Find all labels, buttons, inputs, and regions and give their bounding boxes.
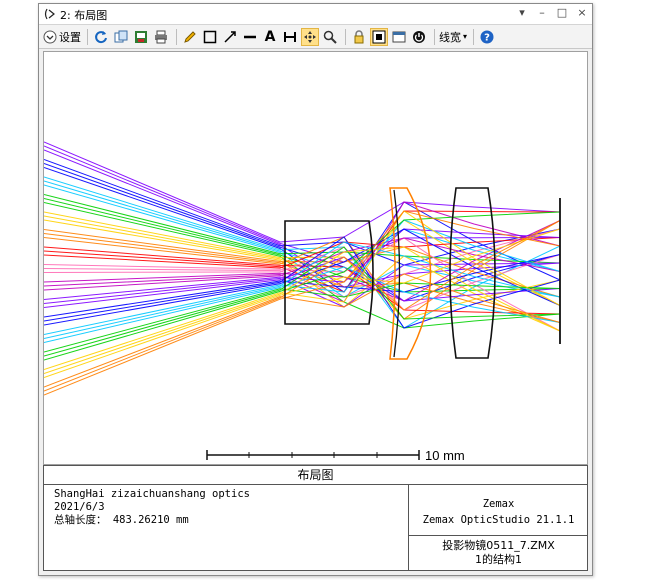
lock-button[interactable] — [350, 28, 368, 46]
svg-text:?: ? — [484, 32, 490, 43]
power-button[interactable] — [410, 28, 428, 46]
chevron-circle-icon — [43, 30, 57, 43]
layout-window: 2: 布局图 ▾ – □ × 设置 A 线宽 ▾ ? 10 mm 布局图 Sha… — [38, 3, 593, 576]
pencil-icon — [184, 30, 196, 43]
footer-title: 布局图 — [44, 466, 587, 485]
layout-plot-area[interactable]: 10 mm — [43, 51, 588, 465]
toolbar-divider — [87, 28, 88, 45]
scale-label: 10 mm — [425, 448, 465, 463]
fit-view-button[interactable] — [370, 27, 388, 46]
title-bar[interactable]: 2: 布局图 ▾ – □ × — [39, 4, 592, 25]
arrow-icon — [224, 30, 236, 43]
ray-trace — [44, 228, 561, 378]
total-length: 总轴长度： 483.26210 mm — [54, 514, 189, 526]
dimension-tool[interactable] — [281, 28, 299, 46]
company-name: ShangHai zizaichuanshang optics — [54, 488, 250, 500]
arrow-tool[interactable] — [221, 28, 239, 46]
move-arrows-icon — [304, 30, 316, 43]
line-tool[interactable] — [241, 28, 259, 46]
magnifier-icon — [323, 30, 337, 44]
text-tool[interactable]: A — [261, 28, 279, 46]
file-name: 投影物镜0511_7.ZMX — [442, 539, 555, 552]
window-stack-icon — [392, 31, 406, 42]
power-icon — [413, 30, 425, 43]
toolbar: 设置 A 线宽 ▾ ? — [39, 25, 592, 49]
pencil-tool[interactable] — [181, 28, 199, 46]
save-image-icon — [135, 30, 147, 43]
configuration: 1的结构1 — [475, 553, 522, 566]
refresh-icon — [95, 30, 107, 43]
fit-frame-icon — [372, 30, 386, 43]
file-box: 投影物镜0511_7.ZMX 1的结构1 — [409, 536, 588, 573]
footer-info-left: ShangHai zizaichuanshang optics 2021/6/3… — [54, 488, 250, 527]
software-box: Zemax Zemax OpticStudio 21.1.1 — [409, 484, 588, 536]
footer-info-right: Zemax Zemax OpticStudio 21.1.1 投影物镜0511_… — [408, 484, 588, 570]
line-icon — [244, 35, 256, 38]
ray-trace — [44, 219, 561, 335]
save-button[interactable] — [132, 28, 150, 46]
software-version: Zemax OpticStudio 21.1.1 — [422, 514, 575, 526]
linewidth-dropdown[interactable]: 线宽 ▾ — [439, 28, 467, 46]
scale-bar: 10 mm — [206, 448, 465, 463]
printer-icon — [155, 30, 167, 43]
refresh-button[interactable] — [92, 28, 110, 46]
settings-label: 设置 — [59, 30, 81, 44]
window-title: 2: 布局图 — [60, 9, 108, 22]
copy-button[interactable] — [112, 28, 130, 46]
info-footer: 布局图 ShangHai zizaichuanshang optics 2021… — [43, 465, 588, 571]
help-icon: ? — [480, 30, 494, 43]
help-button[interactable]: ? — [478, 28, 496, 46]
settings-button[interactable]: 设置 — [43, 28, 81, 46]
zoom-tool[interactable] — [321, 28, 339, 46]
toolbar-divider — [473, 28, 475, 45]
window-icon — [44, 8, 55, 20]
lock-icon — [354, 29, 364, 43]
minimize-button[interactable]: – — [536, 6, 548, 19]
toolbar-divider — [434, 28, 435, 45]
vendor-name: Zemax — [482, 498, 515, 510]
ray-trace — [44, 273, 561, 388]
toolbar-divider — [345, 28, 346, 45]
linewidth-label: 线宽 — [439, 30, 461, 44]
maximize-button[interactable]: □ — [556, 6, 568, 19]
close-button[interactable]: × — [576, 6, 588, 19]
ray-bundle — [44, 141, 561, 396]
toolbar-divider — [176, 28, 177, 45]
print-button[interactable] — [152, 28, 170, 46]
date-text: 2021/6/3 — [54, 501, 105, 513]
rectangle-tool[interactable] — [201, 28, 219, 46]
dropdown-icon[interactable]: ▾ — [516, 6, 528, 19]
window-layout-button[interactable] — [390, 28, 408, 46]
pan-tool[interactable] — [301, 27, 319, 46]
dropdown-arrow-icon: ▾ — [463, 32, 468, 41]
rectangle-icon — [203, 30, 217, 43]
ray-trace — [44, 210, 561, 396]
dimension-icon — [284, 31, 296, 42]
optical-layout-drawing: 10 mm — [44, 141, 561, 463]
copy-icon — [114, 30, 128, 42]
